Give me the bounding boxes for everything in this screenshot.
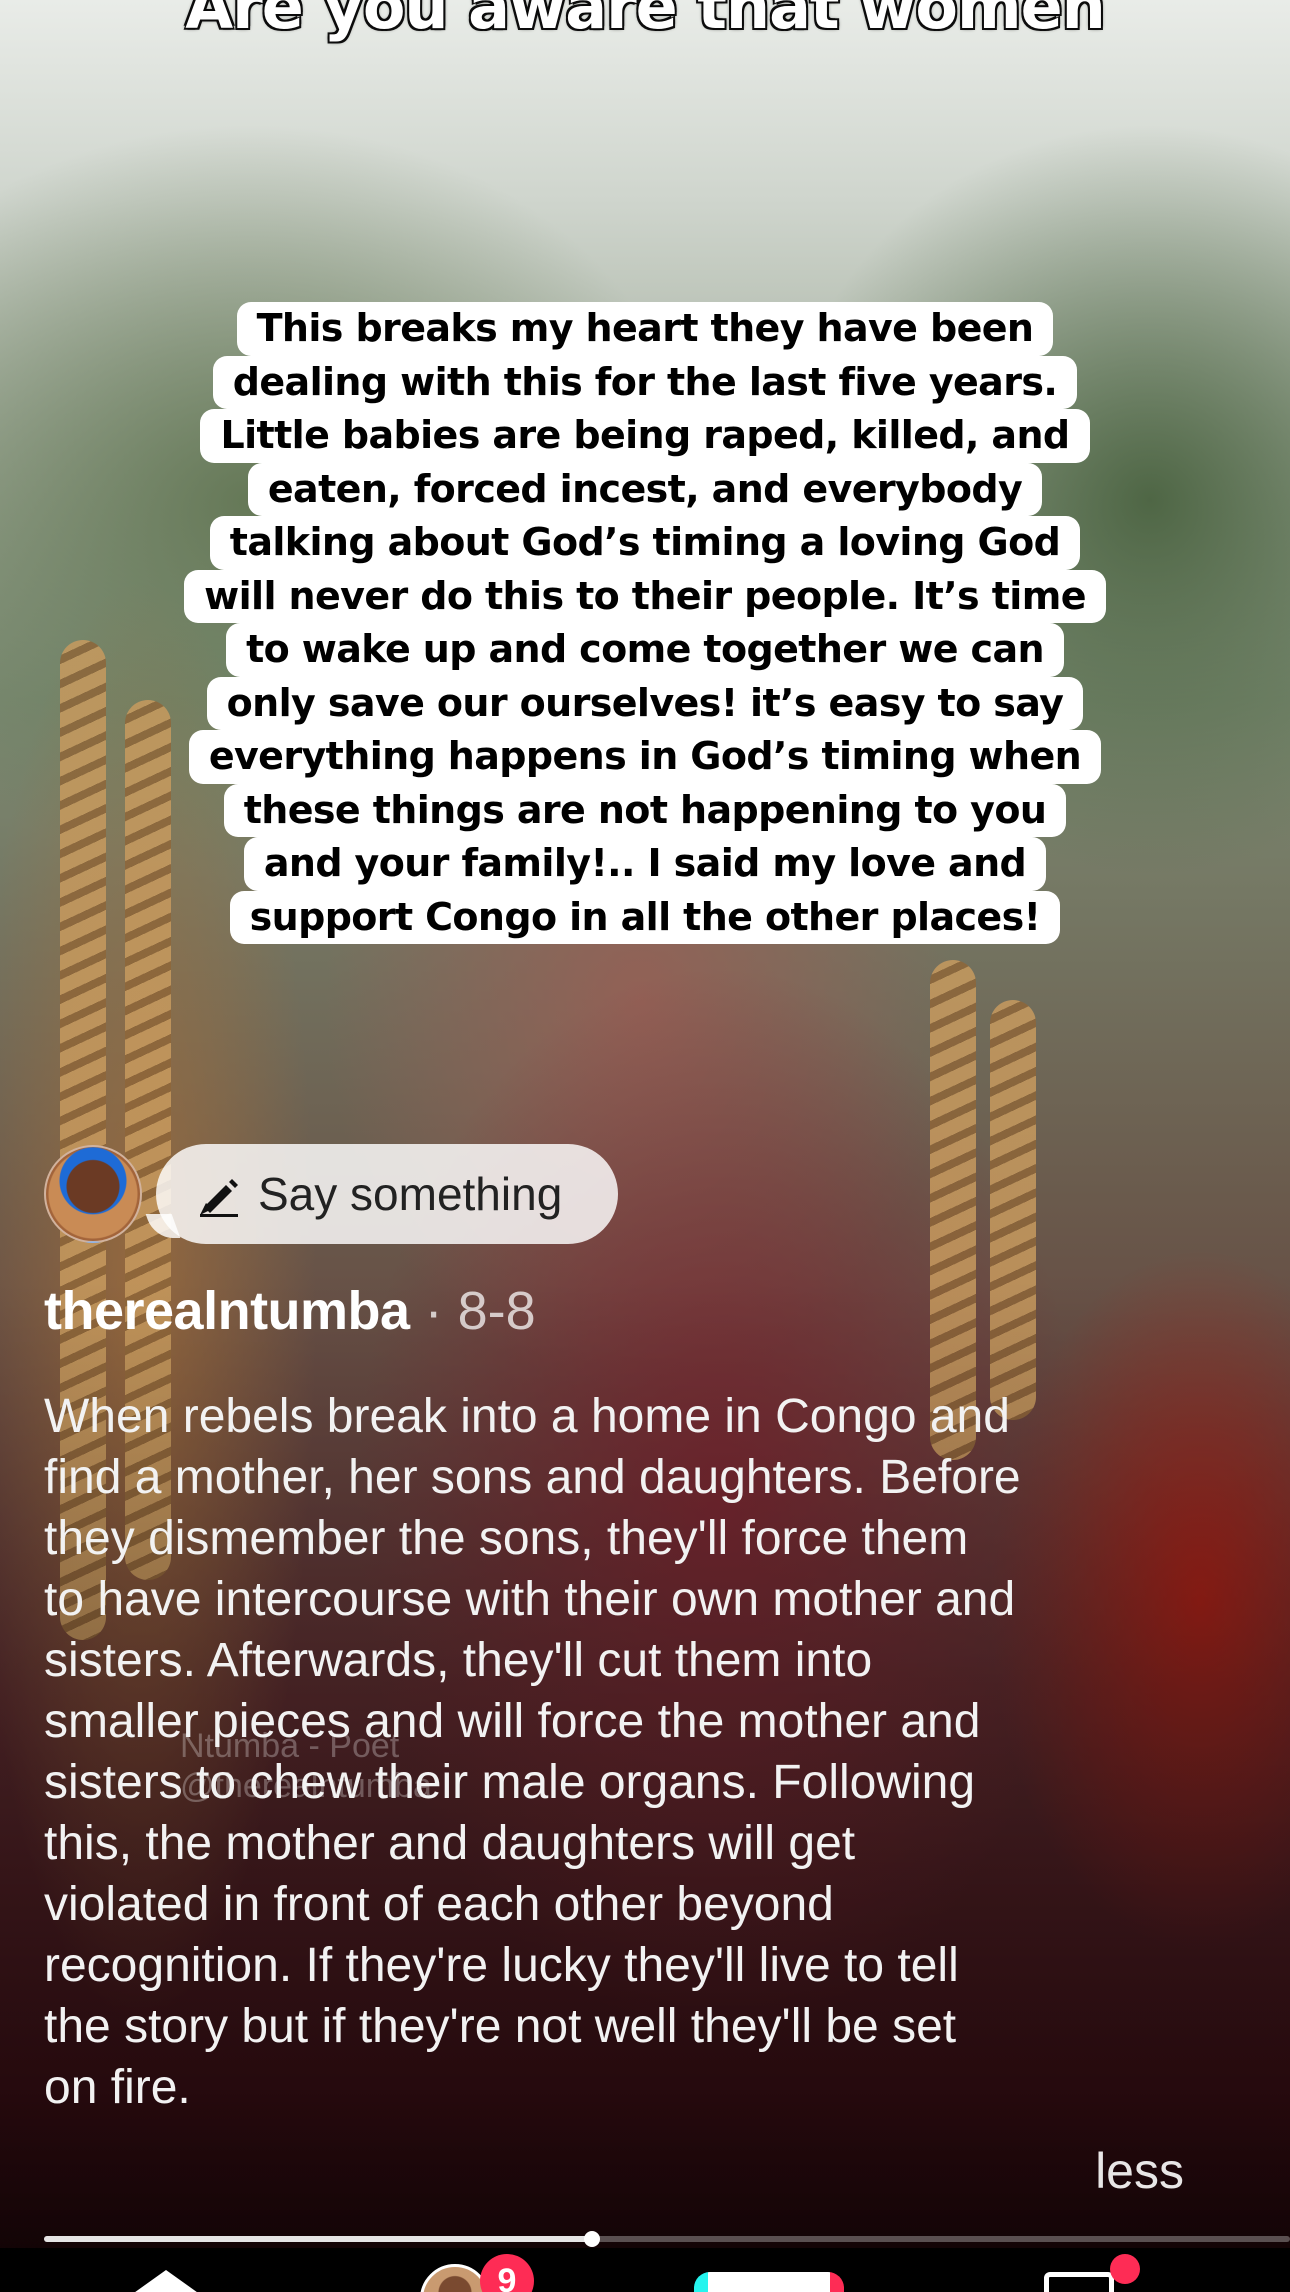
post-description: When rebels break into a home in Congo a… [44, 1390, 1021, 2114]
post-meta: therealntumba · 8-8 [44, 1280, 536, 1342]
caption-line: talking about God’s timing a loving God [209, 516, 1081, 570]
caption-line: and your family!.. I said my love and [243, 837, 1047, 891]
caption-line: these things are not happening to you [223, 783, 1067, 837]
say-something-label: Say something [258, 1168, 563, 1220]
caption-line: This breaks my heart they have been [236, 302, 1054, 356]
author-username[interactable]: therealntumba [44, 1281, 410, 1341]
caption-line: Little babies are being raped, killed, a… [200, 409, 1090, 463]
post-date: 8-8 [457, 1281, 536, 1341]
video-progress-fill [44, 2236, 593, 2242]
avatar[interactable] [44, 1145, 142, 1243]
inbox-notification-dot [1110, 2254, 1140, 2284]
comment-prompt-row: Say something [44, 1142, 618, 1246]
bottom-nav: 9 [0, 2248, 1290, 2292]
create-icon[interactable] [694, 2272, 844, 2292]
video-overlay-heading: Are you aware that women [185, 0, 1106, 43]
less-button[interactable]: less [1095, 2142, 1184, 2200]
caption-line: to wake up and come together we can [226, 623, 1064, 677]
inbox-icon[interactable] [1044, 2272, 1114, 2292]
friends-badge: 9 [480, 2254, 534, 2292]
caption-line: only save our ourselves! it’s easy to sa… [206, 676, 1084, 730]
video-caption: This breaks my heart they have been deali… [160, 302, 1130, 944]
video-progress-bar[interactable] [44, 2231, 1290, 2247]
say-something-button[interactable]: Say something [156, 1144, 618, 1244]
caption-line: will never do this to their people. It’s… [184, 569, 1106, 623]
post-date-separator: · [424, 1281, 443, 1341]
caption-line: support Congo in all the other places! [229, 890, 1061, 944]
caption-line: eaten, forced incest, and everybody [247, 462, 1043, 516]
caption-line: everything happens in God’s timing when [188, 730, 1102, 784]
pencil-icon [200, 1179, 238, 1217]
caption-line: dealing with this for the last five year… [212, 355, 1078, 409]
home-icon[interactable] [124, 2270, 208, 2292]
